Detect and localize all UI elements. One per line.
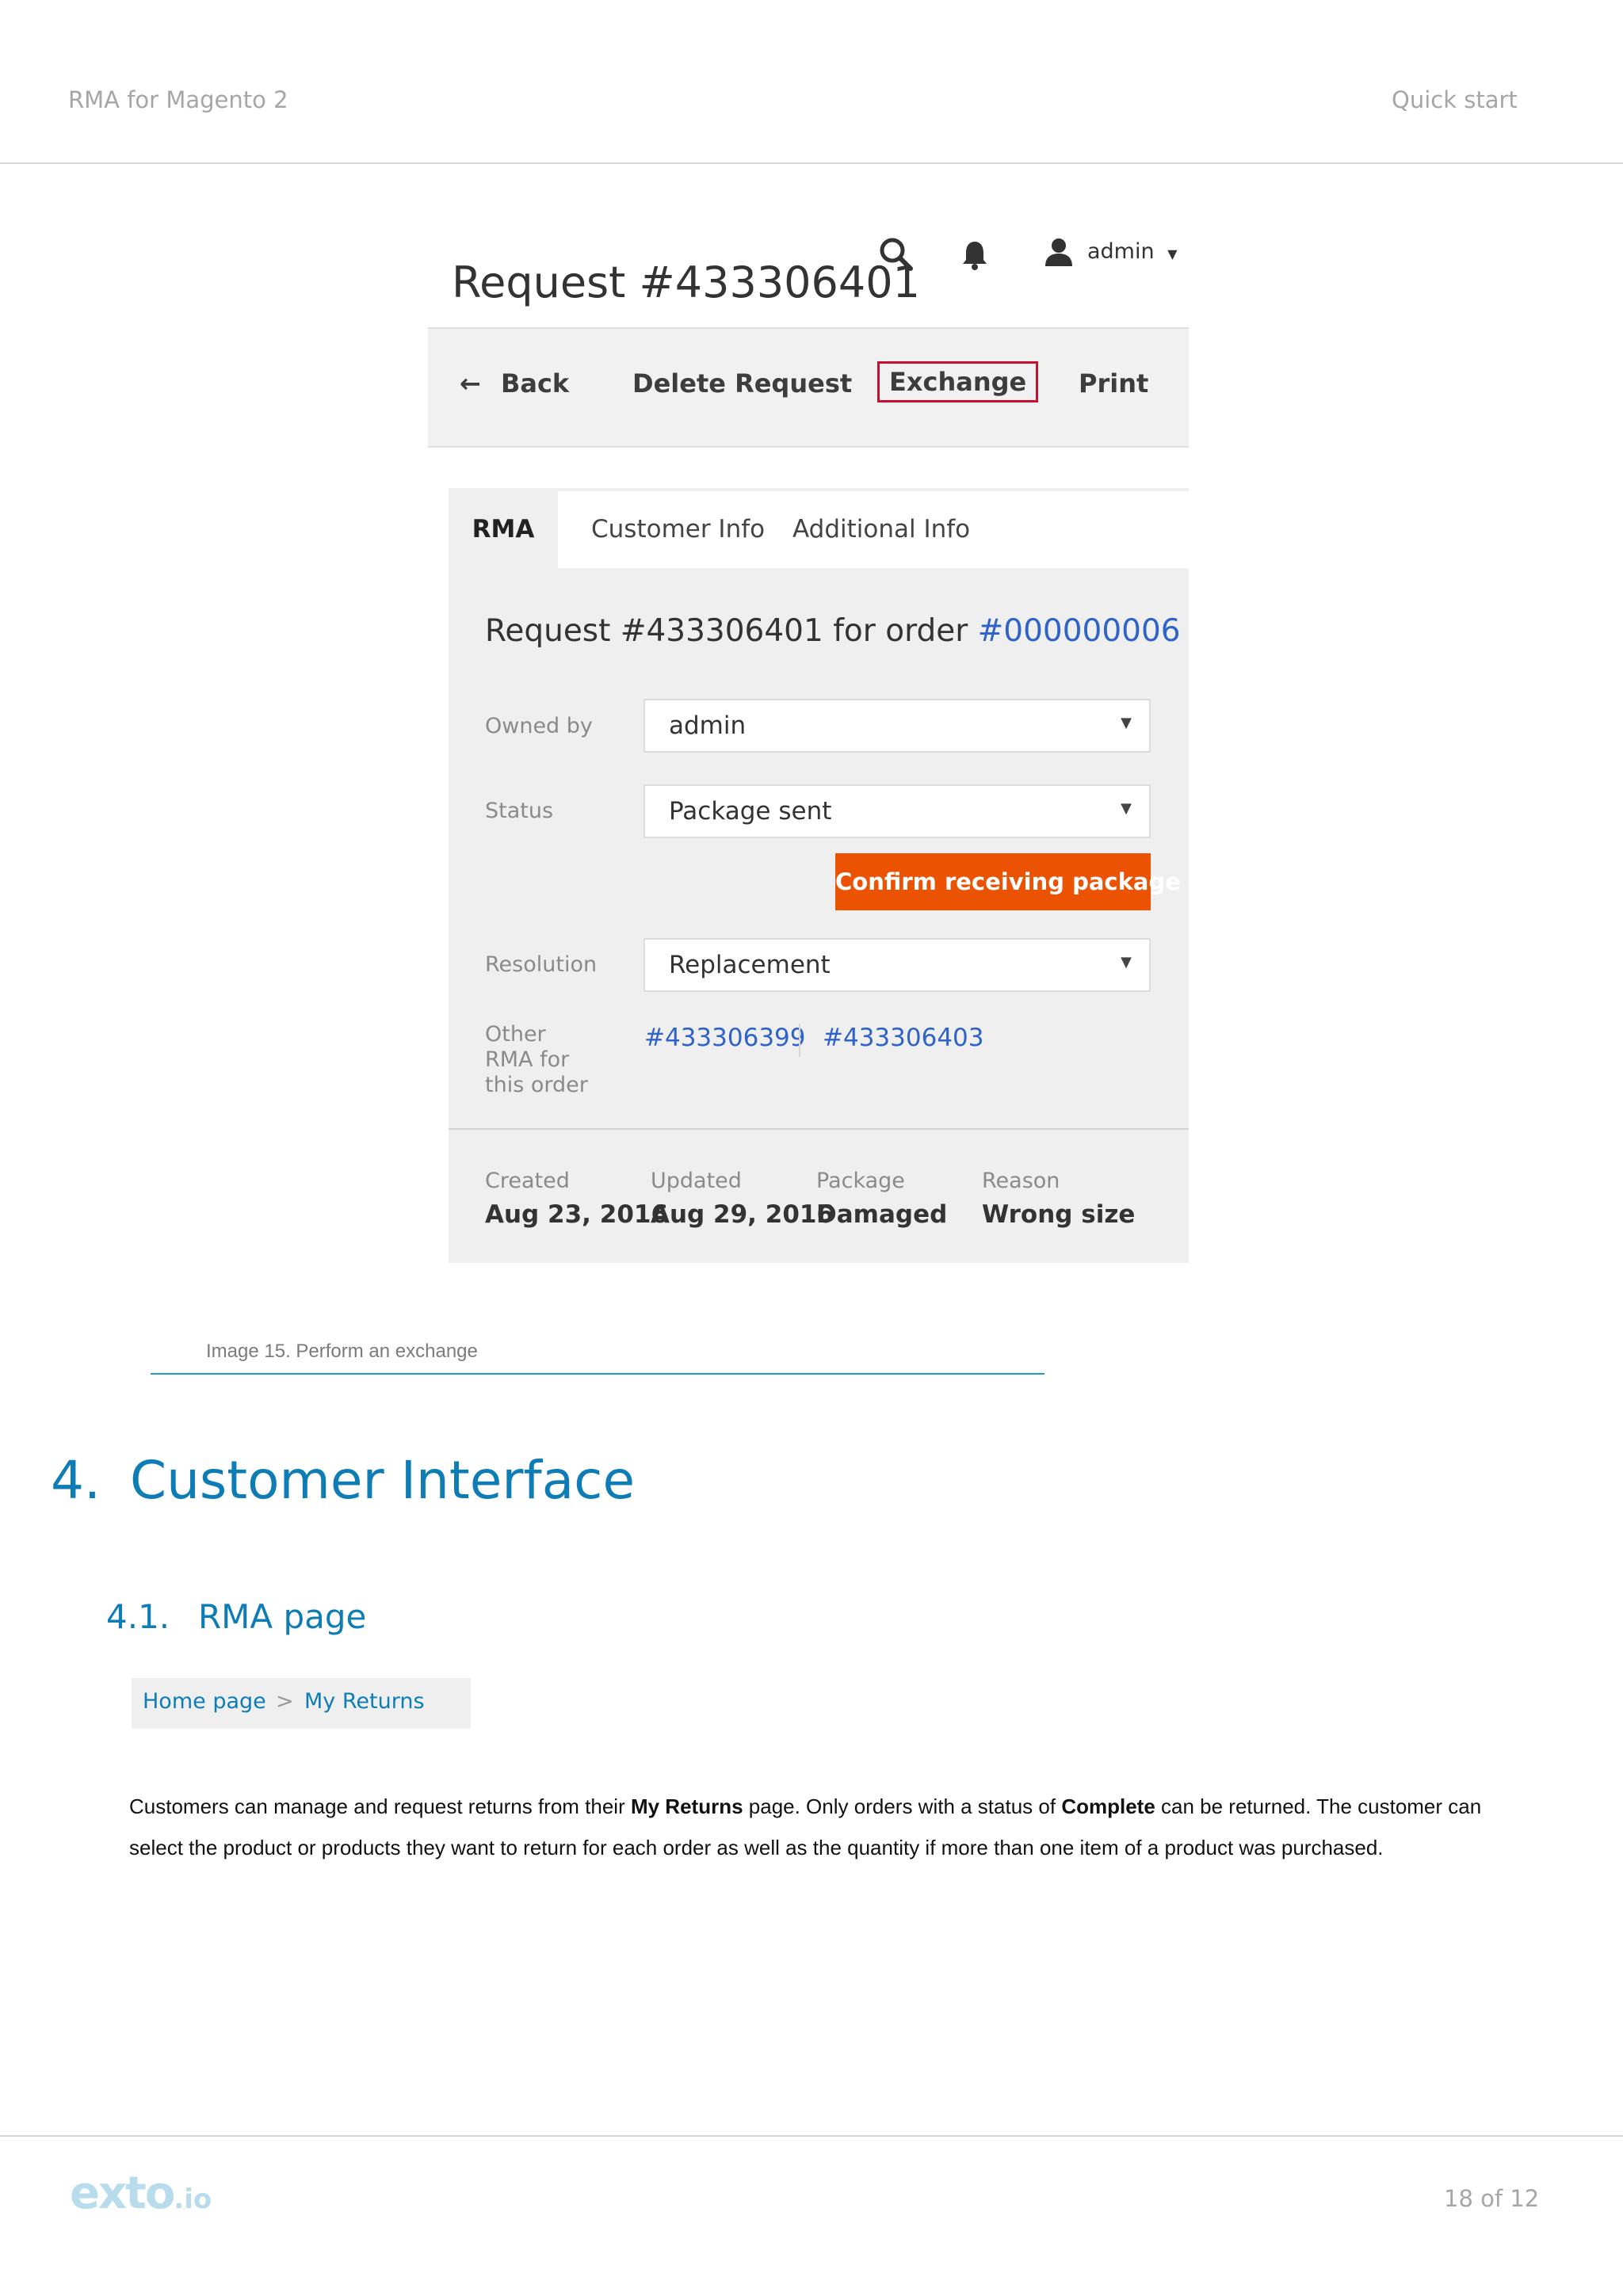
section-title: Customer Interface — [130, 1450, 636, 1511]
breadcrumb: Home page > My Returns — [132, 1678, 471, 1729]
rma-admin-screenshot: Request #433306401 admin ▼ ← Back Delete… — [428, 214, 1189, 1264]
subsection-heading: 4.1. RMA page — [106, 1597, 366, 1636]
other-rma-label-line: Other — [485, 1022, 546, 1047]
breadcrumb-current: My Returns — [304, 1689, 425, 1714]
panel-title-text: Request #433306401 for order — [485, 613, 978, 649]
para-text: page. Only orders with a status of — [743, 1794, 1062, 1818]
created-value: Aug 23, 2016 — [485, 1200, 669, 1229]
tab-rma[interactable]: RMA — [449, 491, 558, 568]
other-rma-link[interactable]: #433306399 — [644, 1024, 805, 1052]
tab-additional-info[interactable]: Additional Info — [792, 491, 970, 568]
doc-section-label: Quick start — [1392, 86, 1518, 113]
doc-title: RMA for Magento 2 — [68, 86, 288, 113]
section-number: 4. — [51, 1450, 101, 1511]
bell-icon[interactable] — [960, 239, 989, 271]
image-caption: Image 15. Perform an exchange — [206, 1341, 478, 1362]
package-value: Damaged — [816, 1200, 948, 1229]
tab-customer-info[interactable]: Customer Info — [591, 491, 765, 568]
footer-divider — [0, 2135, 1623, 2137]
reason-value: Wrong size — [982, 1200, 1136, 1229]
other-rma-label: Other RMA for this order — [485, 1022, 588, 1098]
panel-divider — [449, 1128, 1189, 1130]
user-name: admin — [1087, 239, 1155, 264]
status-select[interactable]: Package sent ▼ — [643, 784, 1151, 838]
print-button[interactable]: Print — [1079, 368, 1148, 399]
resolution-select[interactable]: Replacement ▼ — [643, 938, 1151, 992]
owned-by-select[interactable]: admin ▼ — [643, 699, 1151, 753]
created-label: Created — [485, 1169, 570, 1193]
chevron-down-icon: ▼ — [1121, 715, 1132, 731]
resolution-label: Resolution — [485, 952, 598, 977]
status-label: Status — [485, 799, 554, 823]
subsection-number: 4.1. — [106, 1597, 170, 1636]
order-link[interactable]: #000000006 — [978, 613, 1181, 649]
exchange-button[interactable]: Exchange — [877, 361, 1039, 402]
reason-label: Reason — [982, 1169, 1060, 1193]
package-label: Package — [816, 1169, 905, 1193]
section-heading: 4. Customer Interface — [51, 1450, 635, 1511]
other-rma-link[interactable]: #433306403 — [823, 1024, 983, 1052]
updated-value: Aug 29, 2016 — [651, 1200, 834, 1229]
breadcrumb-home-link[interactable]: Home page — [143, 1689, 266, 1714]
page-number: 18 of 12 — [1444, 2185, 1540, 2212]
caption-rule — [151, 1373, 1044, 1375]
delete-request-button[interactable]: Delete Request — [632, 368, 852, 399]
chevron-down-icon: ▼ — [1121, 800, 1132, 817]
para-text: Customers can manage and request returns… — [129, 1794, 631, 1818]
action-toolbar: ← Back Delete Request Exchange Print — [428, 327, 1189, 448]
arrow-left-icon: ← — [460, 368, 481, 399]
logo-suffix: .io — [174, 2183, 212, 2215]
para-bold: Complete — [1061, 1794, 1155, 1818]
chevron-down-icon: ▼ — [1121, 954, 1132, 971]
other-rma-label-line: this order — [485, 1073, 588, 1097]
para-bold: My Returns — [630, 1794, 743, 1818]
status-value: Package sent — [669, 797, 832, 826]
owned-by-value: admin — [669, 711, 747, 740]
owned-by-label: Owned by — [485, 714, 593, 738]
subsection-title: RMA page — [198, 1597, 367, 1636]
body-paragraph: Customers can manage and request returns… — [129, 1786, 1508, 1868]
exto-logo: exto.io — [70, 2168, 212, 2219]
breadcrumb-separator: > — [276, 1689, 294, 1714]
back-button[interactable]: ← Back — [460, 368, 569, 399]
search-icon[interactable] — [878, 236, 915, 273]
other-rma-label-line: RMA for — [485, 1047, 570, 1072]
chevron-down-icon: ▼ — [1167, 246, 1178, 261]
request-title: Request #433306401 — [452, 257, 920, 307]
link-divider — [799, 1024, 800, 1057]
panel-title: Request #433306401 for order #000000006 — [485, 613, 1181, 649]
logo-main: exto — [70, 2168, 175, 2219]
back-label: Back — [500, 368, 570, 399]
resolution-value: Replacement — [669, 951, 831, 979]
confirm-receiving-package-button[interactable]: Confirm receiving package — [835, 853, 1181, 910]
header-divider — [0, 162, 1623, 164]
tab-bar: RMA Customer Info Additional Info — [449, 491, 1189, 568]
updated-label: Updated — [651, 1169, 742, 1193]
user-icon[interactable] — [1043, 236, 1075, 268]
user-menu[interactable]: admin ▼ — [1087, 239, 1178, 264]
